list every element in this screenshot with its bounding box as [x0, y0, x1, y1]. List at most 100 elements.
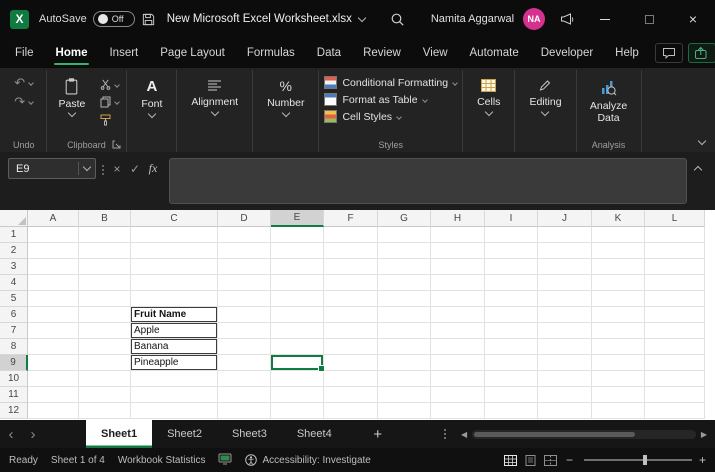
save-button[interactable] — [135, 5, 163, 33]
cell-E1[interactable] — [271, 227, 324, 243]
cell-H5[interactable] — [431, 291, 485, 307]
cell-A11[interactable] — [28, 387, 79, 403]
cut-button[interactable] — [100, 79, 121, 90]
cell-D7[interactable] — [218, 323, 271, 339]
cell-A8[interactable] — [28, 339, 79, 355]
cell-J9[interactable] — [538, 355, 592, 371]
cell-I6[interactable] — [485, 307, 538, 323]
cell-K9[interactable] — [592, 355, 645, 371]
cell-L4[interactable] — [645, 275, 705, 291]
cell-E8[interactable] — [271, 339, 324, 355]
menu-tab-file[interactable]: File — [4, 38, 45, 68]
cell-L6[interactable] — [645, 307, 705, 323]
cell-I12[interactable] — [485, 403, 538, 419]
cell-C3[interactable] — [131, 259, 218, 275]
cell-H6[interactable] — [431, 307, 485, 323]
sheet-tab-sheet4[interactable]: Sheet4 — [282, 420, 347, 448]
cell-H10[interactable] — [431, 371, 485, 387]
column-header-F[interactable]: F — [324, 210, 378, 227]
cell-G9[interactable] — [378, 355, 431, 371]
row-header-9[interactable]: 9 — [0, 355, 28, 371]
name-box[interactable]: E9 — [8, 158, 96, 179]
column-header-L[interactable]: L — [645, 210, 705, 227]
cell-J8[interactable] — [538, 339, 592, 355]
cell-G1[interactable] — [378, 227, 431, 243]
row-header-7[interactable]: 7 — [0, 323, 28, 339]
previous-sheet-button[interactable]: ‹ — [0, 420, 22, 448]
cell-A5[interactable] — [28, 291, 79, 307]
cell-A2[interactable] — [28, 243, 79, 259]
column-header-K[interactable]: K — [592, 210, 645, 227]
cell-F2[interactable] — [324, 243, 378, 259]
sheet-tab-sheet1[interactable]: Sheet1 — [86, 420, 153, 448]
cell-D5[interactable] — [218, 291, 271, 307]
cell-E6[interactable] — [271, 307, 324, 323]
cell-C5[interactable] — [131, 291, 218, 307]
cell-K2[interactable] — [592, 243, 645, 259]
cell-E11[interactable] — [271, 387, 324, 403]
scrollbar-thumb[interactable] — [474, 431, 636, 437]
cell-F11[interactable] — [324, 387, 378, 403]
workbook-statistics-button[interactable]: Workbook Statistics — [118, 455, 206, 466]
cell-J2[interactable] — [538, 243, 592, 259]
insert-function-button[interactable]: fx — [144, 158, 162, 179]
select-all-button[interactable] — [0, 210, 28, 227]
row-header-5[interactable]: 5 — [0, 291, 28, 307]
cell-H11[interactable] — [431, 387, 485, 403]
menu-tab-review[interactable]: Review — [352, 38, 412, 68]
row-header-4[interactable]: 4 — [0, 275, 28, 291]
scroll-right-icon[interactable]: ▶ — [701, 430, 707, 439]
cell-J10[interactable] — [538, 371, 592, 387]
cell-I10[interactable] — [485, 371, 538, 387]
zoom-slider[interactable] — [583, 455, 692, 465]
formula-bar-grip[interactable] — [102, 165, 104, 175]
column-header-B[interactable]: B — [79, 210, 131, 227]
alignment-menu-button[interactable]: Alignment — [182, 72, 247, 152]
editing-menu-button[interactable]: Editing — [520, 72, 570, 152]
scrollbar-track[interactable] — [472, 429, 696, 439]
cell-G6[interactable] — [378, 307, 431, 323]
user-name[interactable]: Namita Aggarwal — [431, 13, 514, 25]
column-header-G[interactable]: G — [378, 210, 431, 227]
number-menu-button[interactable]: % Number — [258, 72, 313, 152]
cell-B12[interactable] — [79, 403, 131, 419]
cell-J12[interactable] — [538, 403, 592, 419]
cell-A3[interactable] — [28, 259, 79, 275]
format-painter-button[interactable] — [100, 114, 119, 126]
cell-L8[interactable] — [645, 339, 705, 355]
cell-B11[interactable] — [79, 387, 131, 403]
zoom-slider-knob[interactable] — [643, 455, 648, 465]
cell-K5[interactable] — [592, 291, 645, 307]
new-sheet-button[interactable]: + — [365, 420, 391, 448]
minimize-button[interactable] — [583, 0, 627, 38]
cells-menu-button[interactable]: Cells — [468, 72, 509, 152]
cell-F7[interactable] — [324, 323, 378, 339]
cell-E10[interactable] — [271, 371, 324, 387]
feedback-button[interactable] — [553, 5, 581, 33]
cell-I7[interactable] — [485, 323, 538, 339]
analyze-data-button[interactable]: Analyze Data — [582, 72, 636, 138]
cell-J7[interactable] — [538, 323, 592, 339]
cell-F8[interactable] — [324, 339, 378, 355]
sheet-tab-sheet3[interactable]: Sheet3 — [217, 420, 282, 448]
cell-A4[interactable] — [28, 275, 79, 291]
cell-H4[interactable] — [431, 275, 485, 291]
cell-I4[interactable] — [485, 275, 538, 291]
cell-C8[interactable]: Banana — [131, 339, 218, 355]
cell-H9[interactable] — [431, 355, 485, 371]
collapse-ribbon-button[interactable] — [697, 136, 707, 146]
cell-L3[interactable] — [645, 259, 705, 275]
cell-A10[interactable] — [28, 371, 79, 387]
row-header-10[interactable]: 10 — [0, 371, 28, 387]
menu-tab-formulas[interactable]: Formulas — [236, 38, 306, 68]
cell-F4[interactable] — [324, 275, 378, 291]
cell-B3[interactable] — [79, 259, 131, 275]
cell-F12[interactable] — [324, 403, 378, 419]
document-title[interactable]: New Microsoft Excel Worksheet.xlsx — [167, 13, 367, 25]
cell-D9[interactable] — [218, 355, 271, 371]
column-header-H[interactable]: H — [431, 210, 485, 227]
cell-C10[interactable] — [131, 371, 218, 387]
horizontal-scrollbar[interactable]: ◀ ▶ — [453, 420, 715, 448]
cell-K7[interactable] — [592, 323, 645, 339]
menu-tab-help[interactable]: Help — [604, 38, 650, 68]
